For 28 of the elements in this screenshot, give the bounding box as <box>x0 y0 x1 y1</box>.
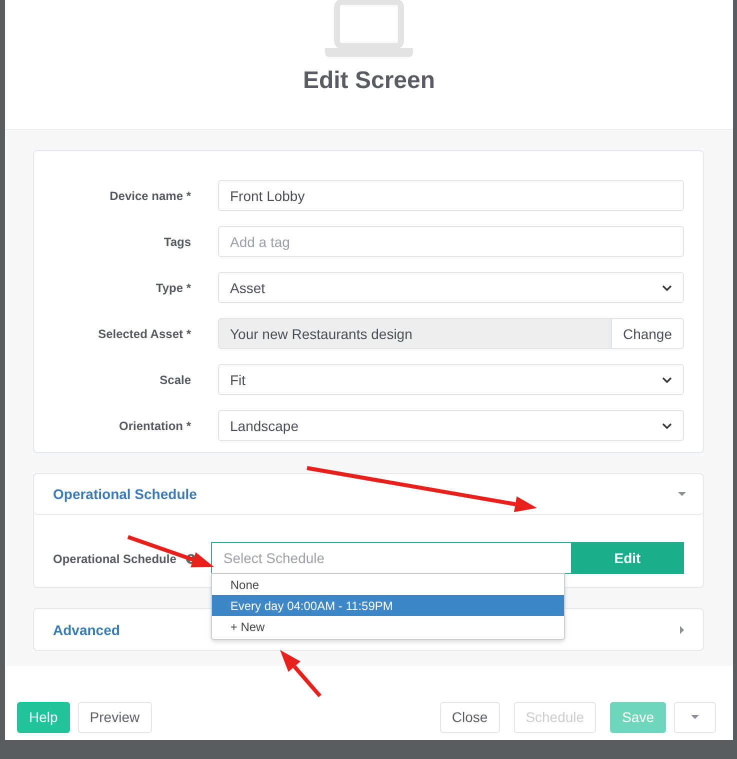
field-label: Operational Schedule <box>53 551 176 566</box>
field-label: Device name * <box>108 188 191 202</box>
select-field[interactable]: Asset <box>218 272 684 303</box>
chevron-down-icon <box>662 422 672 428</box>
dropdown-option[interactable]: Every day 04:00AM - 11:59PM <box>212 595 564 616</box>
caret-down-icon <box>678 490 686 498</box>
dialog-title: Edit Screen <box>302 67 436 95</box>
more-options-button[interactable] <box>674 702 716 732</box>
asset-field: Your new Restaurants design <box>218 318 612 349</box>
dropdown-option[interactable]: None <box>212 574 564 595</box>
dropdown-option[interactable]: + New <box>212 616 564 637</box>
chevron-down-icon <box>662 284 672 290</box>
field-label: Orientation * <box>118 418 191 432</box>
caret-right-icon <box>678 626 686 634</box>
change-button[interactable]: Change <box>612 318 684 349</box>
laptop-icon <box>325 0 413 57</box>
field-label: Tags <box>162 234 191 248</box>
select-field[interactable]: Landscape <box>218 410 684 441</box>
footer-button[interactable]: Close <box>440 702 500 732</box>
field-label: Scale <box>158 372 191 386</box>
caret-down-icon <box>691 713 699 721</box>
select-field[interactable]: Fit <box>218 364 684 395</box>
field-label: Type * <box>154 280 191 294</box>
field-label: Selected Asset * <box>97 326 191 340</box>
footer-button[interactable]: Preview <box>78 702 152 732</box>
input-field[interactable]: Front Lobby <box>218 180 684 211</box>
annotation-arrow <box>280 650 322 698</box>
chevron-down-icon <box>662 376 672 382</box>
